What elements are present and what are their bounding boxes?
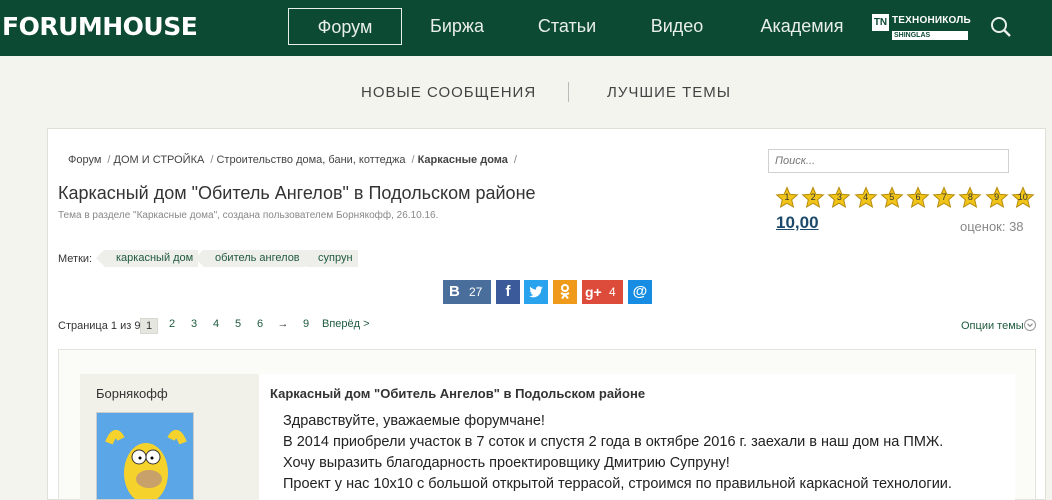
page-4[interactable]: 4 [210,318,222,330]
gplus-icon: g+ [585,284,602,300]
star-icon[interactable]: 9 [985,186,1009,210]
rating-stars: 1 2 3 4 5 6 7 8 9 10 [775,186,1037,210]
post-title: Каркасный дом "Обитель Ангелов" в Подоль… [270,386,646,401]
star-label: 7 [941,192,947,202]
star-icon[interactable]: 6 [906,186,930,210]
star-label: 8 [967,192,973,202]
star-icon[interactable]: 1 [775,186,799,210]
star-label: 2 [810,192,816,202]
tag-item[interactable]: обитель ангелов [195,250,305,267]
star-icon[interactable]: 10 [1011,186,1035,210]
breadcrumb-forum[interactable]: Форум [68,154,101,166]
gplus-share-button[interactable]: g+ 4 [582,280,623,304]
search-input[interactable] [768,149,1009,173]
star-icon[interactable]: 8 [958,186,982,210]
site-logo[interactable]: FORUMHOUSE [2,12,198,41]
best-topics-link[interactable]: ЛУЧШИЕ ТЕМЫ [607,84,731,101]
avatar[interactable] [96,412,194,500]
post-line: В 2014 приобрели участок в 7 соток и спу… [283,434,944,450]
page-9[interactable]: 9 [300,318,312,330]
facebook-icon[interactable]: f [496,280,520,304]
vk-count: 27 [469,285,483,299]
breadcrumb-home-build[interactable]: ДОМ И СТРОЙКА [114,154,205,166]
sub-navigation: НОВЫЕ СООБЩЕНИЯ ЛУЧШИЕ ТЕМЫ [0,56,1052,128]
tag-item[interactable]: супрун [298,250,358,267]
star-icon[interactable]: 7 [932,186,956,210]
star-label: 10 [1017,192,1028,202]
post-username[interactable]: Борнякофф [96,386,168,401]
star-icon[interactable]: 3 [827,186,851,210]
nav-articles[interactable]: Статьи [524,8,610,45]
rating-votes: оценок: 38 [960,219,1024,234]
page-indicator: Страница 1 из 9 [58,320,141,332]
post-line: Здравствуйте, уважаемые форумчане! [283,413,545,429]
star-label: 1 [784,192,790,202]
page-1[interactable]: 1 [140,318,158,334]
star-icon[interactable]: 5 [880,186,904,210]
nav-video[interactable]: Видео [636,8,718,45]
vk-share-button[interactable]: В 27 [443,280,491,304]
page-skip[interactable]: → [274,318,292,330]
nav-exchange[interactable]: Биржа [414,8,500,45]
chevron-down-icon[interactable] [1024,319,1036,331]
tag-item[interactable]: каркасный дом [95,250,199,267]
star-icon[interactable]: 4 [854,186,878,210]
star-label: 3 [836,192,842,202]
thread-options-link[interactable]: Опции темы [961,320,1024,332]
page-5[interactable]: 5 [232,318,244,330]
breadcrumb: Форум / ДОМ И СТРОЙКА / Строительство дома… [68,154,517,166]
page-6[interactable]: 6 [254,318,266,330]
thread-title: Каркасный дом "Обитель Ангелов" в Подоль… [58,183,536,203]
nav-academy[interactable]: Академия [748,8,856,45]
vk-icon: В [449,283,460,300]
star-label: 4 [863,192,869,202]
subnav-divider [568,82,569,102]
post-line: Проект у нас 10х10 с большой открытой те… [283,476,952,492]
page-2[interactable]: 2 [166,318,178,330]
odnoklassniki-icon[interactable] [553,280,577,304]
post-text: Здравствуйте, уважаемые форумчане! В 201… [283,411,1003,495]
thread-subtitle: Тема в разделе "Каркасные дома", создана… [58,210,439,221]
star-label: 6 [915,192,921,202]
search-icon[interactable] [990,16,1012,38]
star-icon[interactable]: 2 [801,186,825,210]
page-3[interactable]: 3 [188,318,200,330]
star-label: 5 [889,192,895,202]
breadcrumb-construction[interactable]: Строительство дома, бани, коттеджа [216,154,405,166]
top-navbar: FORUMHOUSE Форум Биржа Статьи Видео Акад… [0,0,1052,56]
tags-label: Метки: [58,253,93,265]
star-label: 9 [994,192,1000,202]
new-messages-link[interactable]: НОВЫЕ СООБЩЕНИЯ [361,84,536,101]
nav-forum[interactable]: Форум [288,8,402,45]
breadcrumb-frame-houses[interactable]: Каркасные дома [418,154,508,166]
post-line: Хочу выразить благодарность проектировщи… [283,455,730,471]
partner-logo[interactable]: TN ТЕХНОНИКОЛЬ SHINGLAS [872,14,971,40]
twitter-icon[interactable] [524,280,548,304]
rating-value[interactable]: 10,00 [776,213,819,233]
next-page-link[interactable]: Вперёд > [322,318,370,330]
mailru-icon[interactable]: @ [628,280,652,304]
gplus-count: 4 [609,285,616,299]
